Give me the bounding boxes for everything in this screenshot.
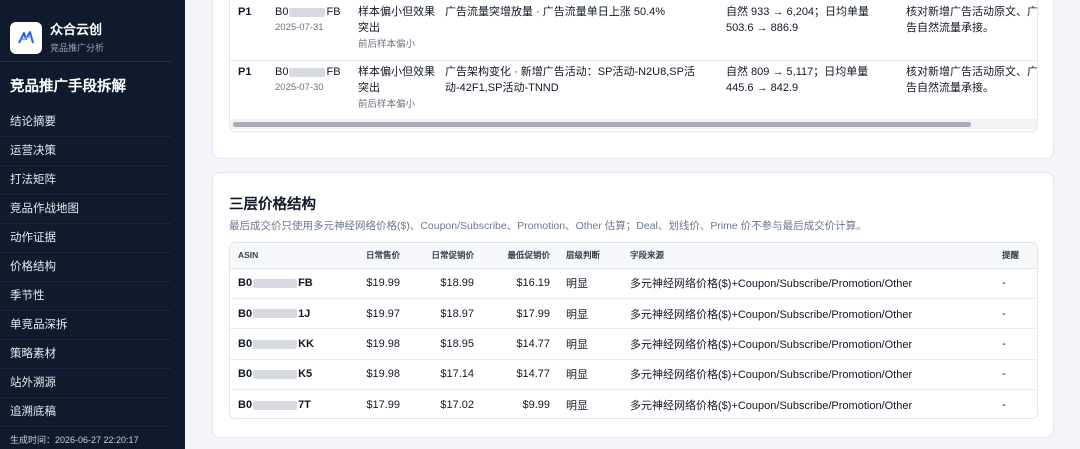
sidebar-item-deep-dive[interactable]: 单竞品深拆 [0, 311, 171, 340]
source-cell: 多元神经网络价格($)+Coupon/Subscribe/Promotion/O… [622, 359, 994, 391]
level-cell: 明显 [566, 400, 588, 412]
evidence-tag: 样本偏小但效果突出 [358, 6, 435, 34]
column-header-alert: 提醒 [994, 243, 1037, 269]
action-description: 广告架构变化 · 新增广告活动：SP活动-N2U8,SP活动-42F1,SP活动… [445, 66, 695, 94]
asin-cell: B0 K5 [230, 359, 338, 391]
sidebar-item-offsite[interactable]: 站外溯源 [0, 369, 171, 398]
source-cell: 多元神经网络价格($)+Coupon/Subscribe/Promotion/O… [630, 400, 913, 412]
effect-metrics: 自然 809 → 5,117；日均单量 445.6 → 842.9 [726, 66, 869, 94]
lowest-price-cell: $9.99 [522, 399, 550, 411]
table-row: B0 K5 $19.98 $17.14 $14.77 明显 多元神经网络价格($)… [230, 359, 1037, 391]
table-row: P1 B0 FB 2025-07-31 样本偏小但效果突出 前后样本偏小 广告流量… [230, 1, 1038, 61]
level-cell: 明显 [558, 328, 622, 360]
asin-cell: B0 FB [230, 268, 338, 299]
priority-label: P1 [238, 66, 252, 78]
check-note: 核对新增广告活动原文、广告自然流量承接。 [906, 6, 1038, 34]
effect-metrics: 自然 933 → 6,204；日均单量 503.6 → 886.9 [726, 6, 870, 34]
daily-price-cell: $19.97 [338, 298, 408, 330]
promo-price-cell: $18.95 [408, 328, 482, 360]
section-description: 最后成交价只使用多元神经网络价格($)、Coupon/Subscribe、Pro… [229, 220, 867, 232]
event-date: 2025-07-30 [275, 82, 324, 93]
scrollbar-thumb[interactable] [233, 122, 971, 127]
asin-cell: B0 KK [230, 328, 338, 360]
evidence-tag-sub: 前后样本偏小 [358, 39, 416, 50]
horizontal-scrollbar[interactable] [230, 119, 1037, 129]
price-table: ASIN 日常售价 日常促销价 最低促销价 层级判断 字段来源 提醒 B0 FB … [230, 243, 1037, 418]
table-row: B0 1J $19.97 $18.97 $17.99 明显 多元神经网络价格($)… [230, 298, 1037, 330]
asin-masked: B0 FB [275, 6, 341, 18]
daily-price-cell: $19.98 [338, 328, 408, 360]
sidebar-item-decisions[interactable]: 运营决策 [0, 137, 171, 166]
sidebar-item-trace[interactable]: 追溯底稿 [0, 398, 171, 427]
sidebar-item-evidence[interactable]: 动作证据 [0, 224, 171, 253]
sidebar-item-battle-map[interactable]: 竞品作战地图 [0, 195, 171, 224]
column-header-daily-price: 日常售价 [338, 243, 408, 269]
lowest-price-cell: $14.77 [482, 359, 558, 391]
main-content: P1 B0 FB 2025-07-31 样本偏小但效果突出 前后样本偏小 广告流量… [185, 0, 1080, 449]
promo-price-cell: $17.14 [408, 359, 482, 391]
logo-icon [10, 21, 42, 54]
lowest-price-cell: $17.99 [482, 298, 558, 330]
section-title: 三层价格结构 [229, 197, 316, 213]
table-header-row: ASIN 日常售价 日常促销价 最低促销价 层级判断 字段来源 提醒 [230, 243, 1037, 269]
sidebar-nav: 结论摘要 运营决策 打法矩阵 竞品作战地图 动作证据 价格结构 季节性 单竞品深… [0, 108, 185, 427]
event-date: 2025-07-31 [275, 22, 324, 33]
sidebar-item-price-structure[interactable]: 价格结构 [0, 253, 171, 282]
asin-cell: B0 1J [230, 298, 338, 330]
alert-cell: - [994, 328, 1037, 360]
evidence-card: P1 B0 FB 2025-07-31 样本偏小但效果突出 前后样本偏小 广告流量… [212, 0, 1054, 159]
alert-cell: - [994, 298, 1037, 330]
brand: 众合云创 竞品推广分析 [0, 0, 171, 62]
sidebar-item-materials[interactable]: 策略素材 [0, 340, 171, 369]
alert-cell: - [994, 359, 1037, 391]
promo-price-cell: $18.99 [408, 268, 482, 299]
price-table-wrapper: ASIN 日常售价 日常促销价 最低促销价 层级判断 字段来源 提醒 B0 FB … [229, 242, 1038, 419]
level-cell: 明显 [558, 268, 622, 299]
brand-subtitle: 竞品推广分析 [50, 42, 105, 53]
table-row: B0 7T $17.99 $17.02 $9.99 明显 多元神经网络价格($)+… [230, 390, 1037, 418]
evidence-tag: 样本偏小但效果突出 [358, 66, 435, 94]
asin-masked: B0 FB [275, 66, 341, 78]
sidebar-item-summary[interactable]: 结论摘要 [0, 108, 171, 137]
action-description: 广告流量突增放量 · 广告流量单日上涨 50.4% [445, 6, 666, 18]
lowest-price-cell: $16.19 [482, 268, 558, 299]
sidebar: 众合云创 竞品推广分析 竞品推广手段拆解 结论摘要 运营决策 打法矩阵 竞品作战… [0, 0, 185, 449]
table-row: P1 B0 FB 2025-07-30 样本偏小但效果突出 前后样本偏小 广告架构… [230, 61, 1038, 121]
generated-time: 生成时间：2026-06-27 22:20:17 [10, 435, 139, 445]
promo-price-cell: $18.97 [408, 298, 482, 330]
level-cell: 明显 [558, 298, 622, 330]
column-header-lowest-price: 最低促销价 [482, 243, 558, 269]
evidence-tag-sub: 前后样本偏小 [358, 99, 416, 110]
table-row: B0 KK $19.98 $18.95 $14.77 明显 多元神经网络价格($)… [230, 328, 1037, 360]
priority-label: P1 [238, 6, 252, 18]
sidebar-item-matrix[interactable]: 打法矩阵 [0, 166, 171, 195]
check-note: 核对新增广告活动原文、广告自然流量承接。 [906, 66, 1038, 94]
table-row: B0 FB $19.99 $18.99 $16.19 明显 多元神经网络价格($)… [230, 268, 1037, 299]
promo-price-cell: $17.02 [440, 399, 474, 411]
column-header-level: 层级判断 [558, 243, 622, 269]
asin-cell: B0 7T [238, 399, 311, 411]
brand-name: 众合云创 [50, 21, 103, 37]
source-cell: 多元神经网络价格($)+Coupon/Subscribe/Promotion/O… [622, 328, 994, 360]
sidebar-title: 竞品推广手段拆解 [10, 79, 126, 95]
lowest-price-cell: $14.77 [482, 328, 558, 360]
column-header-asin: ASIN [230, 243, 338, 269]
daily-price-cell: $19.99 [338, 268, 408, 299]
column-header-source: 字段来源 [622, 243, 994, 269]
alert-cell: - [994, 268, 1037, 299]
price-structure-card: 三层价格结构 最后成交价只使用多元神经网络价格($)、Coupon/Subscr… [212, 172, 1054, 438]
evidence-table[interactable]: P1 B0 FB 2025-07-31 样本偏小但效果突出 前后样本偏小 广告流量… [229, 0, 1038, 132]
sidebar-item-seasonality[interactable]: 季节性 [0, 282, 171, 311]
column-header-promo-price: 日常促销价 [408, 243, 482, 269]
level-cell: 明显 [558, 359, 622, 391]
daily-price-cell: $17.99 [366, 399, 400, 411]
alert-cell: - [1002, 399, 1006, 411]
source-cell: 多元神经网络价格($)+Coupon/Subscribe/Promotion/O… [622, 298, 994, 330]
source-cell: 多元神经网络价格($)+Coupon/Subscribe/Promotion/O… [622, 268, 994, 299]
daily-price-cell: $19.98 [338, 359, 408, 391]
